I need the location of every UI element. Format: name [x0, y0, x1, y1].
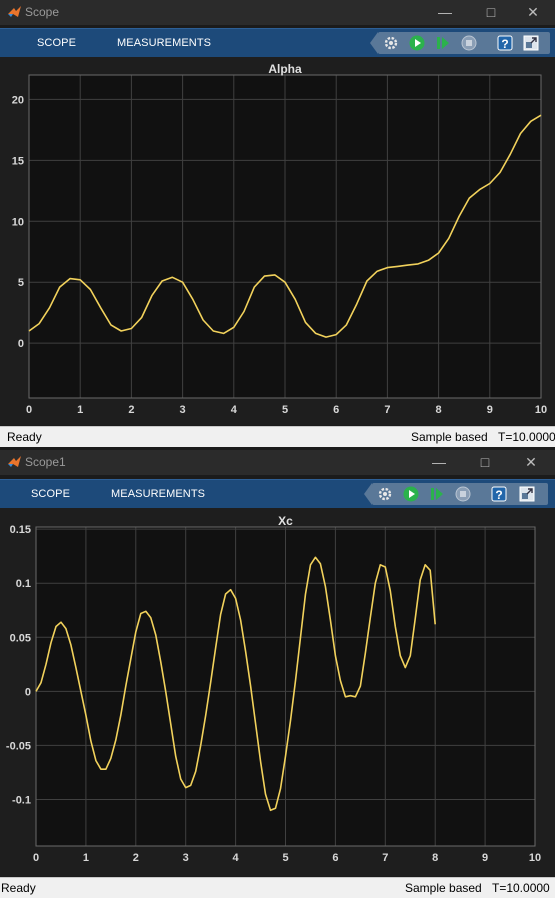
x-tick-label: 0 — [33, 852, 39, 864]
x-tick-label: 10 — [535, 404, 547, 416]
plot-area: 0 1 2 3 4 5 6 7 8 9 10 -0.1 -0.05 0 0.05 0.1 0.15 Xc — [0, 508, 555, 876]
tab-scope[interactable]: SCOPE — [31, 488, 70, 500]
toolstrip: SCOPE MEASUREMENTS ? — [0, 479, 555, 509]
y-tick-label: 0.15 — [10, 524, 31, 536]
tab-measurements[interactable]: MEASUREMENTS — [111, 488, 205, 500]
status-mode: Sample based — [411, 430, 488, 444]
y-tick-label: -0.1 — [12, 795, 31, 807]
y-tick-label: 0 — [18, 338, 24, 350]
svg-text:?: ? — [495, 488, 502, 502]
minimize-button[interactable]: — — [422, 0, 468, 25]
x-tick-label: 7 — [382, 852, 388, 864]
title-bar[interactable]: Scope — □ ✕ — [0, 0, 555, 25]
stop-icon[interactable] — [460, 34, 478, 52]
window-title: Scope1 — [25, 455, 66, 469]
x-tick-label: 1 — [77, 404, 83, 416]
x-tick-label: 3 — [183, 852, 189, 864]
title-bar[interactable]: Scope1 — □ ✕ — [0, 450, 555, 475]
settings-icon[interactable] — [376, 485, 394, 503]
matlab-logo-icon — [8, 6, 21, 17]
run-icon[interactable] — [408, 34, 426, 52]
scope-window: Scope — □ ✕ SCOPE MEASUREMENTS ? 0 1 2 3… — [0, 0, 555, 447]
y-tick-label: 15 — [12, 155, 24, 167]
x-tick-label: 6 — [332, 852, 338, 864]
svg-text:?: ? — [501, 37, 508, 51]
x-tick-label: 10 — [529, 852, 541, 864]
x-tick-label: 4 — [233, 852, 240, 864]
toolstrip: SCOPE MEASUREMENTS ? — [0, 28, 555, 58]
x-tick-label: 5 — [282, 852, 288, 864]
y-tick-label: 0.1 — [16, 578, 31, 590]
x-tick-label: 9 — [487, 404, 493, 416]
x-tick-label: 9 — [482, 852, 488, 864]
y-tick-label: 0.05 — [10, 632, 31, 644]
y-tick-label: 20 — [12, 94, 24, 106]
status-bar: Ready Sample based T=10.0000 — [0, 877, 555, 898]
x-tick-label: 4 — [231, 404, 238, 416]
close-button[interactable]: ✕ — [510, 0, 555, 25]
help-icon[interactable]: ? — [490, 485, 508, 503]
alpha-chart[interactable]: 0 1 2 3 4 5 6 7 8 9 10 0 5 10 15 20 Alpha — [0, 57, 555, 425]
maximize-button[interactable]: □ — [462, 450, 508, 475]
x-tick-label: 1 — [83, 852, 89, 864]
x-tick-label: 0 — [26, 404, 32, 416]
close-button[interactable]: ✕ — [508, 450, 554, 475]
window-title: Scope — [25, 5, 60, 19]
stop-icon[interactable] — [454, 485, 472, 503]
x-tick-label: 7 — [384, 404, 390, 416]
plot-area: 0 1 2 3 4 5 6 7 8 9 10 0 5 10 15 20 Alpha — [0, 57, 555, 425]
x-tick-label: 5 — [282, 404, 288, 416]
x-tick-label: 2 — [128, 404, 134, 416]
x-tick-label: 8 — [436, 404, 442, 416]
xc-chart[interactable]: 0 1 2 3 4 5 6 7 8 9 10 -0.1 -0.05 0 0.05 0.1 0.15 Xc — [0, 508, 555, 876]
x-tick-label: 8 — [432, 852, 438, 864]
x-tick-label: 2 — [133, 852, 139, 864]
status-mode: Sample based — [405, 881, 482, 895]
y-tick-label: 10 — [12, 216, 24, 228]
chart-title: Alpha — [268, 62, 302, 76]
status-time: T=10.0000 — [492, 881, 550, 895]
y-tick-label: 0 — [25, 686, 31, 698]
quick-access-bar: ? — [364, 483, 548, 505]
quick-access-bar: ? — [370, 32, 550, 54]
minimize-button[interactable]: — — [416, 450, 462, 475]
chart-title: Xc — [278, 514, 293, 528]
x-tick-label: 3 — [180, 404, 186, 416]
status-bar: Ready Sample based T=10.0000 — [0, 426, 555, 447]
y-tick-label: -0.05 — [6, 740, 31, 752]
run-icon[interactable] — [402, 485, 420, 503]
matlab-logo-icon — [8, 456, 21, 467]
maximize-button[interactable]: □ — [468, 0, 514, 25]
settings-icon[interactable] — [382, 34, 400, 52]
tab-scope[interactable]: SCOPE — [37, 37, 76, 49]
status-time: T=10.0000 — [498, 430, 555, 444]
step-forward-icon[interactable] — [428, 485, 446, 503]
status-ready: Ready — [1, 881, 36, 895]
status-ready: Ready — [7, 430, 42, 444]
help-icon[interactable]: ? — [496, 34, 514, 52]
tab-measurements[interactable]: MEASUREMENTS — [117, 37, 211, 49]
x-tick-label: 6 — [333, 404, 339, 416]
step-forward-icon[interactable] — [434, 34, 452, 52]
scope1-window: Scope1 — □ ✕ SCOPE MEASUREMENTS ? 0 1 2 … — [0, 450, 555, 898]
y-tick-label: 5 — [18, 277, 24, 289]
undock-icon[interactable] — [518, 485, 536, 503]
undock-icon[interactable] — [522, 34, 540, 52]
